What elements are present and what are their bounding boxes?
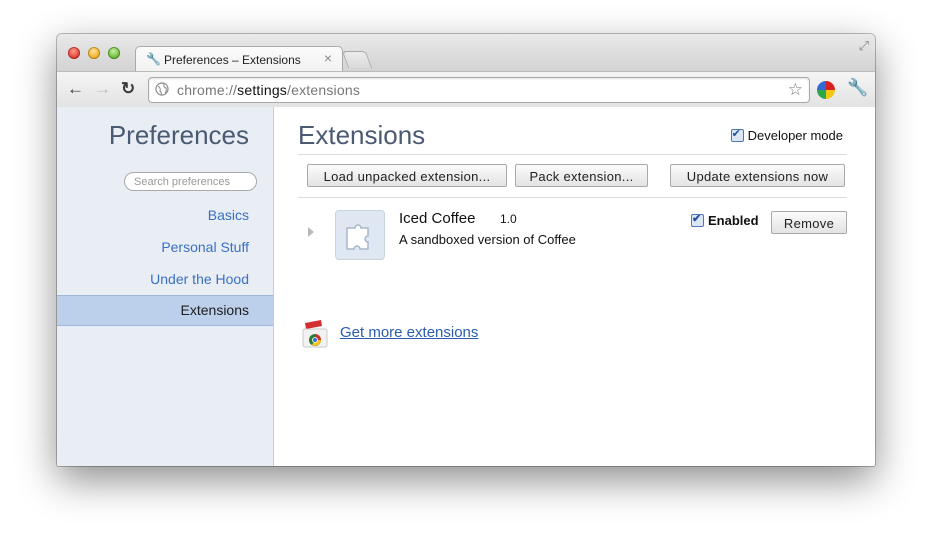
sidebar-title: Preferences — [108, 120, 249, 150]
sidebar-item-under-the-hood[interactable]: Under the Hood — [57, 264, 273, 295]
enabled-label: Enabled — [708, 213, 759, 228]
enabled-checkbox[interactable] — [691, 212, 704, 227]
developer-mode-label: Developer mode — [747, 128, 843, 143]
title-bar: 🔧 Preferences – Extensions × ⤢ — [57, 34, 875, 73]
back-icon[interactable]: ← — [67, 79, 84, 99]
extension-description: A sandboxed version of Coffee — [399, 232, 576, 247]
pack-extension-button[interactable]: Pack extension... — [515, 164, 648, 187]
extension-version: 1.0 — [500, 212, 517, 226]
browser-window: 🔧 Preferences – Extensions × ⤢ ← → ↻ chr… — [57, 34, 875, 466]
reload-icon[interactable]: ↻ — [121, 79, 135, 99]
load-unpacked-button[interactable]: Load unpacked extension... — [307, 164, 507, 187]
window-zoom-button[interactable] — [108, 47, 120, 59]
wrench-icon[interactable]: 🔧 — [847, 78, 868, 98]
new-tab-button[interactable] — [341, 51, 373, 68]
remove-extension-button[interactable]: Remove — [771, 211, 847, 234]
extension-action-icon[interactable] — [817, 81, 835, 99]
developer-mode-toggle[interactable]: Developer mode — [730, 127, 843, 143]
divider — [298, 197, 847, 198]
web-store-icon — [302, 320, 328, 348]
globe-icon — [155, 82, 169, 96]
window-minimize-button[interactable] — [88, 47, 100, 59]
tab-preferences-extensions[interactable]: 🔧 Preferences – Extensions × — [135, 46, 343, 73]
close-icon[interactable]: × — [324, 50, 332, 66]
omnibox[interactable]: chrome://settings/extensions ☆ — [148, 77, 810, 103]
sidebar-item-basics[interactable]: Basics — [57, 200, 273, 231]
expand-arrow-icon[interactable] — [308, 227, 314, 237]
puzzle-icon — [335, 210, 385, 260]
fullscreen-icon[interactable]: ⤢ — [859, 38, 869, 54]
get-more-extensions-link[interactable]: Get more extensions — [340, 324, 478, 341]
toolbar: ← → ↻ chrome://settings/extensions ☆ 🔧 — [57, 71, 875, 109]
extension-name: Iced Coffee — [399, 210, 476, 227]
forward-icon[interactable]: → — [94, 79, 111, 99]
star-icon[interactable]: ☆ — [788, 80, 803, 100]
sidebar-item-extensions[interactable]: Extensions — [57, 295, 273, 326]
url-text: chrome://settings/extensions — [177, 82, 361, 98]
wrench-icon: 🔧 — [146, 52, 161, 66]
search-input[interactable] — [124, 172, 257, 191]
extension-enabled-toggle[interactable]: Enabled — [691, 212, 759, 228]
page-title: Extensions — [298, 120, 426, 150]
page-content: Preferences Basics Personal Stuff Under … — [57, 107, 875, 466]
update-extensions-button[interactable]: Update extensions now — [670, 164, 845, 187]
sidebar: Preferences Basics Personal Stuff Under … — [57, 107, 274, 466]
window-close-button[interactable] — [68, 47, 80, 59]
divider — [298, 154, 847, 155]
tab-title: Preferences – Extensions — [164, 53, 301, 67]
sidebar-item-personal-stuff[interactable]: Personal Stuff — [57, 232, 273, 263]
extensions-panel: Extensions Developer mode Load unpacked … — [274, 107, 875, 466]
developer-mode-checkbox[interactable] — [730, 127, 744, 142]
